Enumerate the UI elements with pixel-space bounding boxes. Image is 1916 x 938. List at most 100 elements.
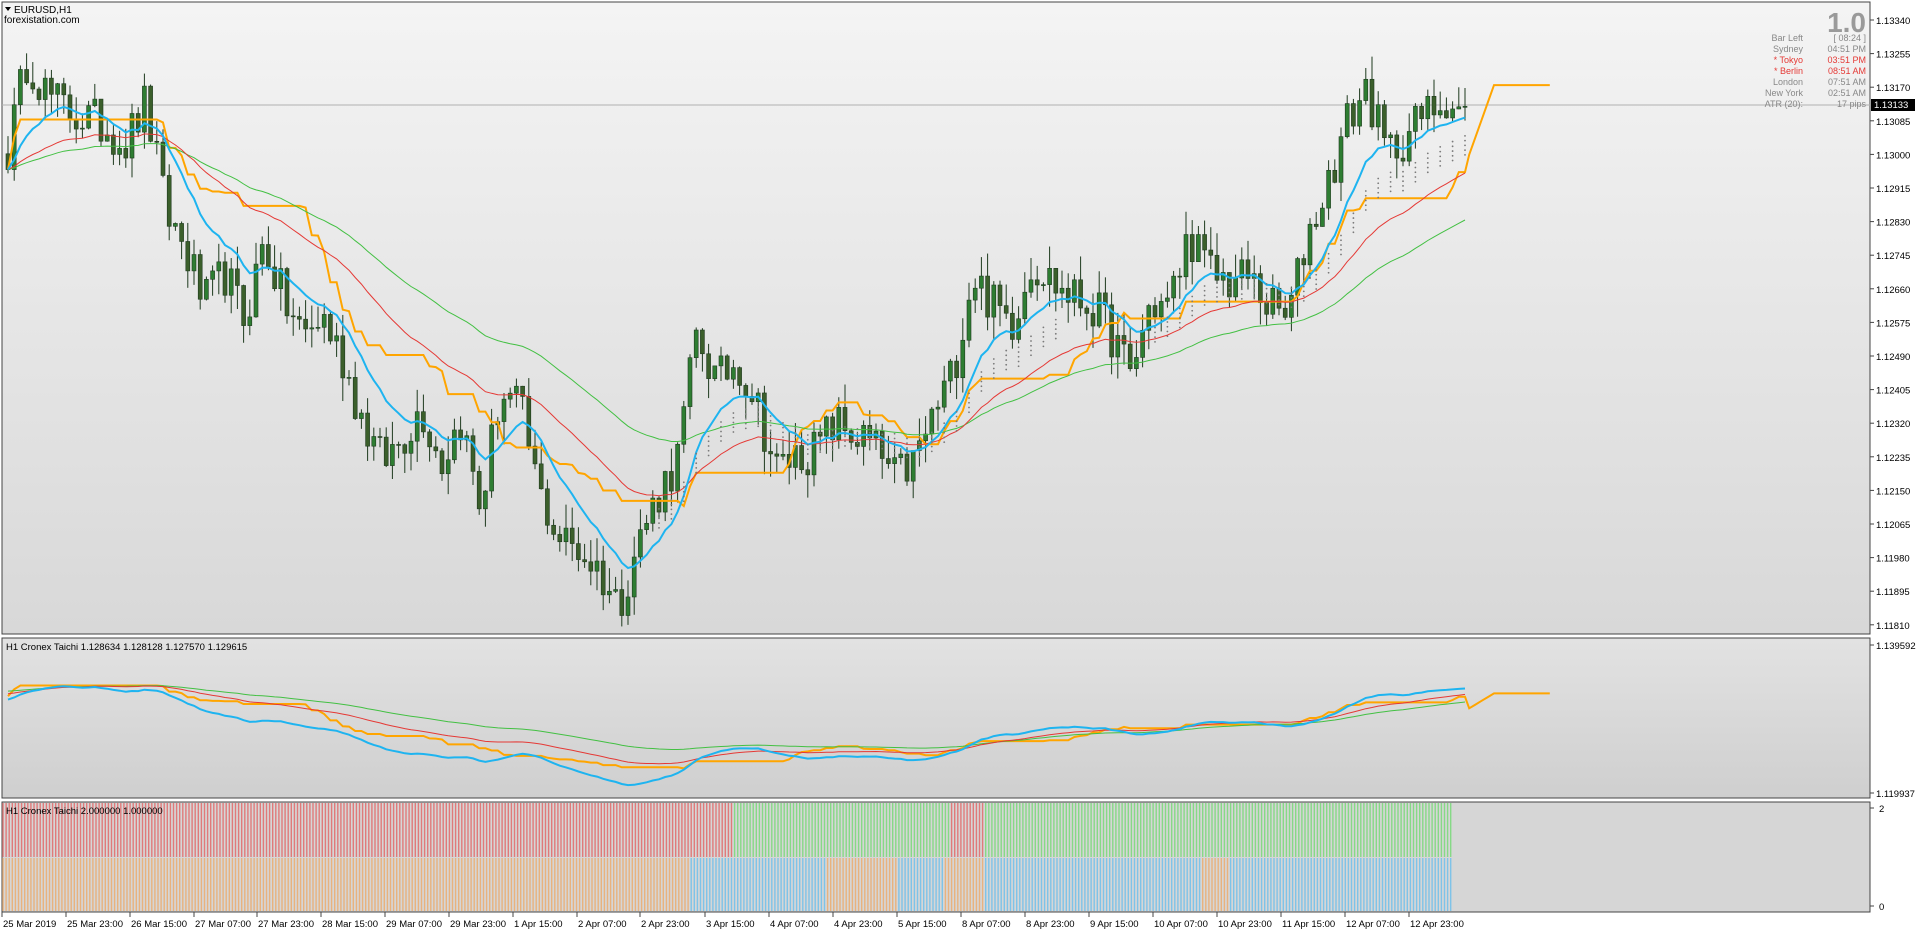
candle-body bbox=[42, 77, 48, 100]
band-dot bbox=[1228, 291, 1231, 294]
band-dot bbox=[1030, 335, 1032, 338]
indicator-1-label: H1 Cronex Taichi 1.128634 1.128128 1.127… bbox=[6, 642, 247, 653]
y-tick-label: 1.12915 bbox=[1876, 184, 1910, 195]
x-tick-label: 11 Apr 15:00 bbox=[1282, 919, 1335, 930]
band-dot bbox=[831, 443, 834, 446]
x-tick-label: 4 Apr 07:00 bbox=[770, 919, 819, 930]
info-label: Bar Left bbox=[1771, 33, 1803, 43]
candle-body bbox=[545, 488, 550, 526]
band-dot bbox=[1377, 191, 1380, 194]
band-dot bbox=[1377, 187, 1380, 189]
band-dot bbox=[1005, 359, 1008, 361]
band-dot bbox=[732, 421, 735, 424]
band-dot bbox=[1315, 273, 1318, 276]
candle-body bbox=[1282, 307, 1288, 318]
band-dot bbox=[1178, 317, 1181, 319]
band-dot bbox=[695, 452, 698, 455]
band-dot bbox=[1240, 297, 1243, 300]
candle-body bbox=[892, 457, 897, 464]
band-dot bbox=[1253, 287, 1256, 290]
band-dot bbox=[980, 371, 983, 373]
candle-body bbox=[669, 471, 674, 492]
band-dot bbox=[1166, 321, 1169, 323]
band-dot bbox=[831, 434, 834, 437]
candle-body bbox=[600, 560, 606, 596]
band-dot bbox=[744, 417, 747, 420]
y-tick-label: 1.12065 bbox=[1876, 520, 1910, 531]
band-dot bbox=[1240, 288, 1243, 291]
band-dot bbox=[1402, 189, 1404, 192]
candle-body bbox=[452, 429, 457, 461]
band-dot bbox=[1216, 286, 1218, 289]
y-tick-label: 1.12405 bbox=[1876, 386, 1910, 397]
band-dot bbox=[1166, 330, 1169, 333]
candle-body bbox=[948, 360, 953, 382]
candle-body bbox=[941, 380, 947, 408]
candle-body bbox=[1344, 103, 1350, 137]
band-dot bbox=[968, 397, 970, 399]
candle-body bbox=[1413, 106, 1418, 132]
candle-body bbox=[625, 596, 631, 616]
band-dot bbox=[744, 422, 747, 425]
y-tick-label: 1.12575 bbox=[1876, 318, 1910, 329]
band-dot bbox=[794, 436, 797, 439]
band-dot bbox=[1166, 325, 1169, 328]
band-dot bbox=[856, 442, 859, 444]
band-dot bbox=[1327, 267, 1330, 269]
info-value: 17 pips bbox=[1837, 99, 1867, 109]
band-dot bbox=[1340, 253, 1342, 256]
band-dot bbox=[980, 390, 983, 392]
band-dot bbox=[1451, 150, 1454, 152]
band-dot bbox=[906, 447, 908, 449]
band-dot bbox=[757, 425, 760, 428]
band-dot bbox=[1253, 277, 1256, 280]
band-dot bbox=[856, 437, 859, 440]
band-dot bbox=[1154, 336, 1156, 339]
candle-body bbox=[1363, 78, 1369, 101]
y-tick-label: 1.12745 bbox=[1876, 251, 1910, 262]
band-dot bbox=[1005, 349, 1008, 352]
candle-body bbox=[731, 367, 736, 380]
candle-body bbox=[377, 436, 383, 438]
candle-body bbox=[222, 261, 228, 296]
info-label: Sydney bbox=[1773, 44, 1804, 54]
candle-body bbox=[439, 450, 445, 475]
band-dot bbox=[769, 424, 772, 427]
band-dot bbox=[918, 450, 921, 453]
band-dot bbox=[930, 436, 933, 439]
x-tick-label: 25 Mar 23:00 bbox=[67, 919, 123, 930]
candle-body bbox=[811, 431, 817, 476]
band-dot bbox=[1166, 335, 1169, 338]
candle-body bbox=[86, 105, 91, 129]
candle-body bbox=[1034, 279, 1040, 286]
candle-body bbox=[582, 559, 587, 563]
band-dot bbox=[744, 408, 747, 411]
band-dot bbox=[1054, 318, 1057, 321]
candle-body bbox=[687, 357, 693, 407]
band-dot bbox=[682, 490, 685, 493]
band-dot bbox=[1228, 296, 1231, 299]
band-dot bbox=[1017, 355, 1020, 358]
x-tick-label: 5 Apr 15:00 bbox=[898, 919, 947, 930]
band-dot bbox=[968, 392, 970, 395]
band-dot bbox=[955, 410, 958, 413]
band-dot bbox=[955, 425, 958, 427]
band-dot bbox=[1054, 332, 1057, 335]
candle-body bbox=[266, 244, 271, 268]
band-dot bbox=[1402, 180, 1404, 183]
band-dot bbox=[682, 500, 685, 503]
band-dot bbox=[930, 440, 933, 443]
band-dot bbox=[1178, 321, 1181, 324]
candle-body bbox=[1072, 279, 1077, 303]
candle-body bbox=[799, 445, 804, 471]
y-tick-label: 1.13255 bbox=[1876, 50, 1910, 61]
band-dot bbox=[1302, 299, 1305, 302]
band-dot bbox=[1377, 196, 1380, 199]
band-dot bbox=[1315, 278, 1318, 281]
band-dot bbox=[819, 436, 822, 439]
y-tick-label: 1.12830 bbox=[1876, 218, 1910, 229]
price-tag-label: 1.13133 bbox=[1874, 100, 1908, 111]
candle-body bbox=[569, 527, 575, 544]
band-dot bbox=[943, 441, 946, 444]
candle-body bbox=[352, 377, 358, 419]
